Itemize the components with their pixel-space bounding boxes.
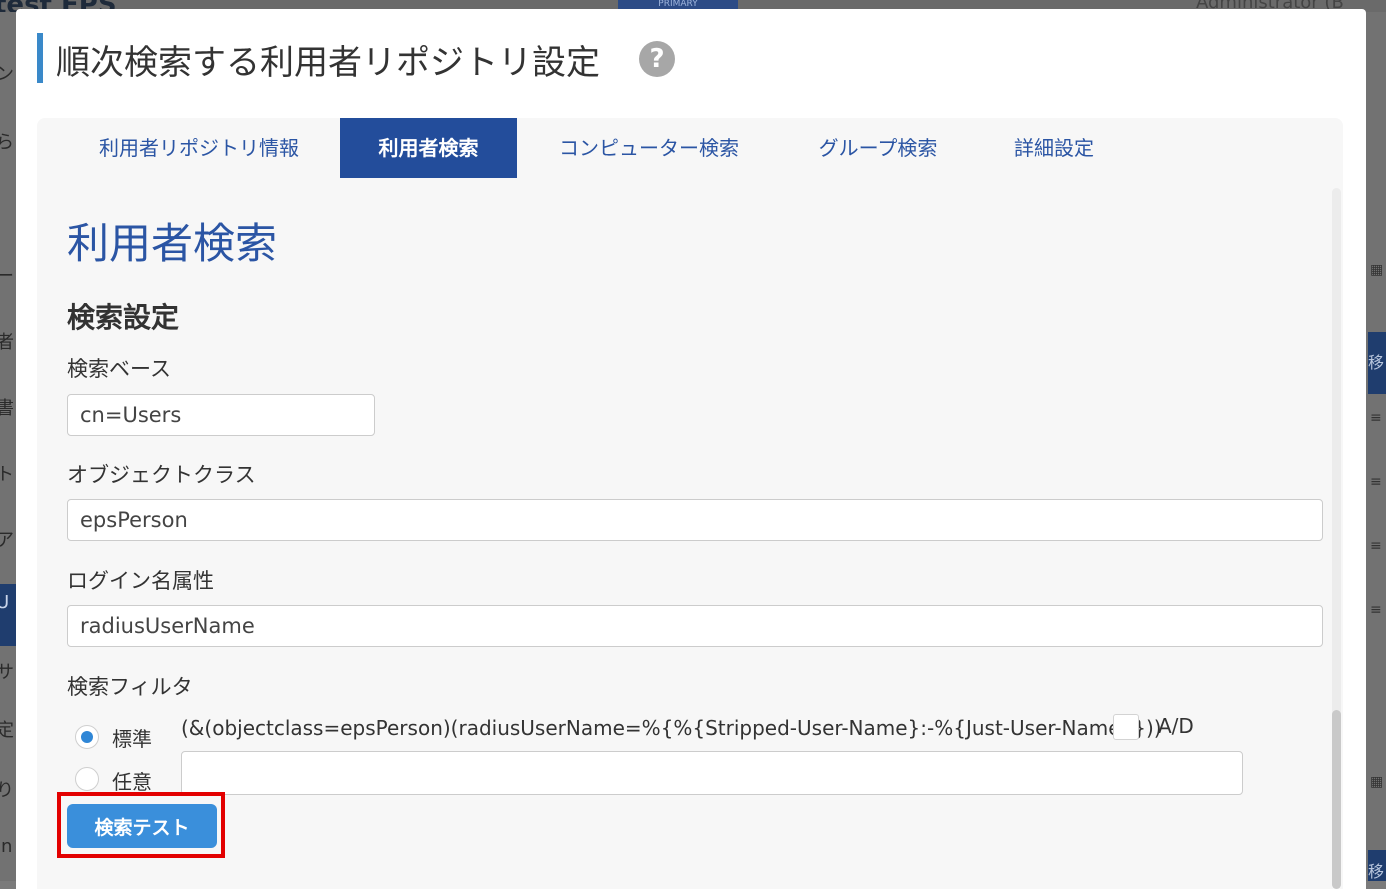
- custom-filter-input[interactable]: [181, 751, 1243, 795]
- tab-repository-info[interactable]: 利用者リポジトリ情報: [87, 118, 311, 178]
- grid-icon: ▦: [1370, 262, 1384, 278]
- search-test-button[interactable]: 検索テスト: [67, 804, 217, 848]
- background-sidebar-text: 書: [0, 398, 14, 419]
- section-title: 利用者検索: [67, 219, 278, 268]
- radio-custom-label: 任意: [112, 770, 152, 794]
- tab-user-search[interactable]: 利用者検索: [340, 118, 517, 178]
- background-right-button: 移: [1368, 332, 1386, 394]
- login-attribute-label: ログイン名属性: [67, 569, 214, 593]
- background-sidebar-text: り: [0, 780, 14, 801]
- standard-filter-value: (&(objectclass=epsPerson)(radiusUserName…: [181, 716, 1162, 740]
- object-class-input[interactable]: [67, 499, 1323, 541]
- background-sidebar-text: ト: [0, 464, 14, 485]
- handle-icon: ≡: [1370, 474, 1382, 490]
- object-class-label: オブジェクトクラス: [67, 463, 256, 487]
- tab-bar: 利用者リポジトリ情報 利用者検索 コンピューター検索 グループ検索 詳細設定: [37, 118, 1343, 178]
- radio-standard[interactable]: [75, 725, 99, 749]
- handle-icon: ≡: [1370, 410, 1382, 426]
- search-settings-heading: 検索設定: [67, 301, 180, 334]
- radio-standard-label: 標準: [112, 727, 152, 751]
- title-accent-bar: [37, 33, 43, 83]
- search-filter-label: 検索フィルタ: [67, 675, 193, 699]
- handle-icon: ≡: [1370, 538, 1382, 554]
- search-base-input[interactable]: [67, 394, 375, 436]
- background-sidebar: ン ら ー 者 書 ト ア U サ 定 り in: [0, 12, 16, 881]
- tab-advanced-settings[interactable]: 詳細設定: [1003, 118, 1105, 178]
- tab-computer-search[interactable]: コンピューター検索: [547, 118, 751, 178]
- grid-icon: ▦: [1370, 774, 1384, 790]
- background-sidebar-text: 者: [0, 332, 14, 353]
- repository-settings-modal: 順次検索する利用者リポジトリ設定 ? 利用者リポジトリ情報 利用者検索 コンピュ…: [16, 9, 1366, 889]
- background-sidebar-text: in: [0, 836, 13, 857]
- handle-icon: ≡: [1370, 602, 1382, 618]
- radio-custom[interactable]: [75, 767, 99, 791]
- search-base-label: 検索ベース: [67, 357, 171, 381]
- background-sidebar-text: サ: [0, 662, 14, 683]
- modal-title: 順次検索する利用者リポジトリ設定: [56, 43, 600, 83]
- background-sidebar-text: 定: [0, 720, 14, 741]
- login-attribute-input[interactable]: [67, 605, 1323, 647]
- background-sidebar-text: U: [0, 592, 10, 613]
- tab-group-search[interactable]: グループ検索: [807, 118, 949, 178]
- background-sidebar-text: ア: [0, 530, 14, 551]
- question-circle-icon[interactable]: ?: [639, 41, 675, 77]
- background-right-column: ▦ 移 ≡ ≡ ≡ ≡ ▦ 移: [1366, 12, 1386, 881]
- background-sidebar-text: ー: [0, 266, 14, 287]
- scrollbar[interactable]: [1332, 188, 1341, 889]
- ad-checkbox-label: A/D: [1158, 714, 1194, 738]
- scrollbar-thumb[interactable]: [1332, 710, 1341, 889]
- background-sidebar-text: ン: [0, 64, 14, 85]
- settings-panel: 利用者リポジトリ情報 利用者検索 コンピューター検索 グループ検索 詳細設定 利…: [37, 118, 1343, 889]
- background-right-button: 移: [1368, 850, 1386, 881]
- background-sidebar-text: ら: [0, 132, 14, 153]
- ad-checkbox[interactable]: [1113, 714, 1139, 740]
